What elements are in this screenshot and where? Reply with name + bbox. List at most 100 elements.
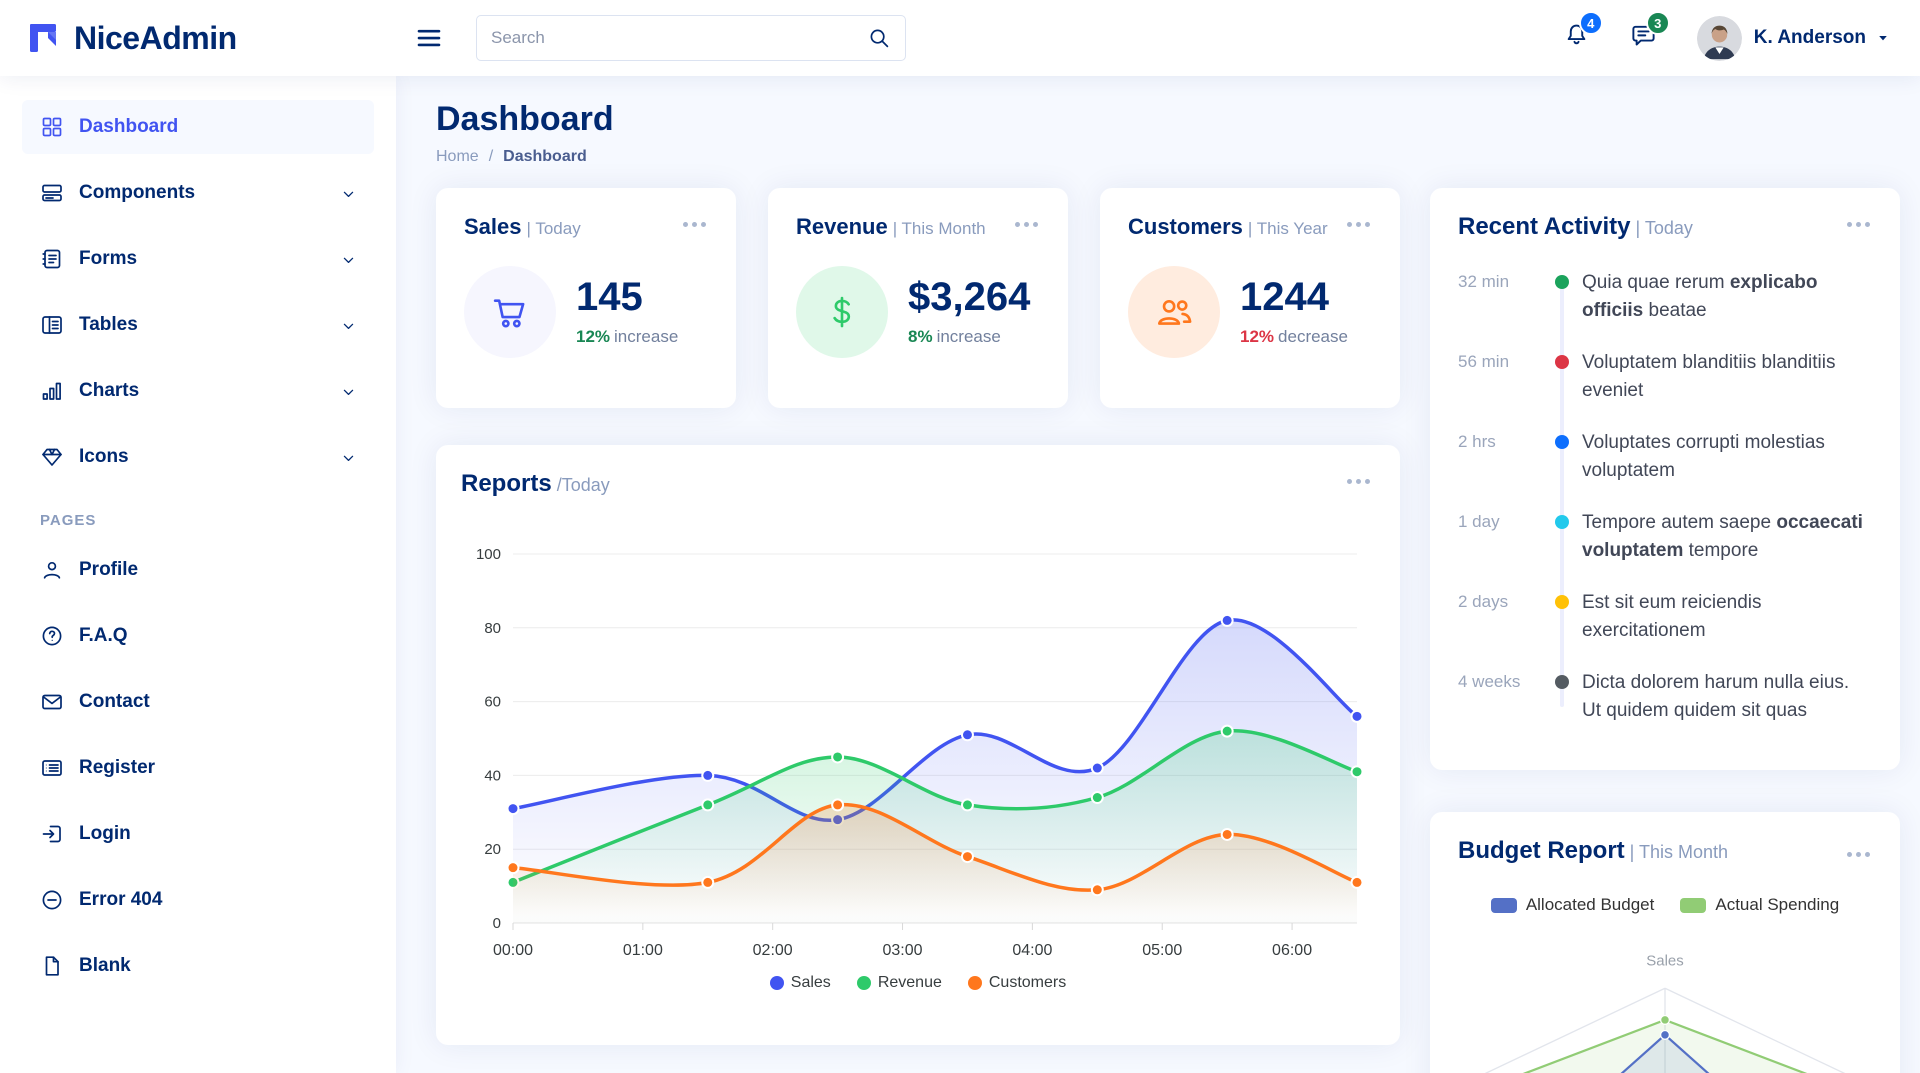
reports-chart[interactable]: 02040608010000:0001:0002:0003:0004:0005:… bbox=[461, 540, 1375, 990]
revenue-card: Revenue| This Month $3,264 8%increase bbox=[768, 188, 1068, 408]
activity-time: 1 day bbox=[1458, 509, 1542, 564]
chevron-down-icon bbox=[341, 384, 356, 399]
svg-text:05:00: 05:00 bbox=[1142, 942, 1182, 959]
breadcrumb: Home / Dashboard bbox=[436, 148, 1900, 166]
sidebar-item-label: Error 404 bbox=[79, 889, 162, 911]
recent-activity-title: Recent Activity| Today bbox=[1458, 213, 1872, 241]
budget-report-subtitle: | This Month bbox=[1630, 842, 1728, 862]
cart-icon bbox=[464, 266, 556, 358]
reports-card: Reports/Today 02040608010000:0001:0002:0… bbox=[436, 445, 1400, 1045]
table-icon bbox=[40, 313, 64, 337]
components-icon bbox=[40, 181, 64, 205]
activity-time: 32 min bbox=[1458, 269, 1542, 324]
sidebar-item-f-a-q[interactable]: F.A.Q bbox=[22, 609, 374, 663]
people-icon bbox=[1128, 266, 1220, 358]
activity-text: Tempore autem saepe occaecati voluptatem… bbox=[1582, 509, 1872, 564]
recent-activity-card: Recent Activity| Today 32 min Quia quae … bbox=[1430, 188, 1900, 770]
sidebar-nav: Dashboard Components Forms Tables Charts bbox=[22, 100, 374, 993]
activity-item: 2 hrs Voluptates corrupti molestias volu… bbox=[1458, 429, 1872, 484]
sidebar-item-dashboard[interactable]: Dashboard bbox=[22, 100, 374, 154]
header-nav: 4 3 K. Anderson bbox=[1563, 16, 1890, 61]
card-options-icon[interactable] bbox=[1343, 475, 1374, 488]
sidebar-item-error-404[interactable]: Error 404 bbox=[22, 873, 374, 927]
notifications-button[interactable]: 4 bbox=[1563, 22, 1590, 54]
svg-text:03:00: 03:00 bbox=[883, 942, 923, 959]
legend-item-actual-spending[interactable]: Actual Spending bbox=[1680, 895, 1839, 915]
budget-radar-chart[interactable]: Sales bbox=[1458, 937, 1872, 1073]
activity-text: Est sit eum reiciendis exercitationem bbox=[1582, 589, 1872, 644]
journal-icon bbox=[40, 247, 64, 271]
info-card-trend: 8%increase bbox=[908, 327, 1030, 347]
info-card-trend: 12%decrease bbox=[1240, 327, 1348, 347]
sidebar-item-blank[interactable]: Blank bbox=[22, 939, 374, 993]
sales-card: Sales| Today 145 12%increase bbox=[436, 188, 736, 408]
search-icon[interactable] bbox=[867, 26, 891, 50]
sidebar-item-components[interactable]: Components bbox=[22, 166, 374, 220]
info-card-title: Revenue| This Month bbox=[796, 214, 1040, 240]
sidebar-item-forms[interactable]: Forms bbox=[22, 232, 374, 286]
brand-name: NiceAdmin bbox=[74, 20, 237, 57]
breadcrumb-current: Dashboard bbox=[503, 148, 587, 166]
sidebar-item-label: Blank bbox=[79, 955, 131, 977]
chevron-down-icon bbox=[341, 318, 356, 333]
chevron-down-icon bbox=[341, 450, 356, 465]
sidebar-item-label: Icons bbox=[79, 446, 129, 468]
svg-text:80: 80 bbox=[484, 620, 501, 637]
sidebar: Dashboard Components Forms Tables Charts bbox=[0, 76, 396, 1073]
question-icon bbox=[40, 624, 64, 648]
activity-time: 56 min bbox=[1458, 349, 1542, 404]
card-list-icon bbox=[40, 756, 64, 780]
info-card-title: Sales| Today bbox=[464, 214, 708, 240]
sidebar-item-label: Dashboard bbox=[79, 116, 178, 138]
info-card-value: $3,264 bbox=[908, 277, 1030, 317]
svg-text:02:00: 02:00 bbox=[753, 942, 793, 959]
info-card-trend: 12%increase bbox=[576, 327, 678, 347]
info-card-title: Customers| This Year bbox=[1128, 214, 1372, 240]
legend-item-revenue[interactable]: Revenue bbox=[857, 974, 942, 992]
search-input[interactable] bbox=[491, 28, 867, 48]
budget-report-card: Budget Report| This Month Allocated Budg… bbox=[1430, 812, 1900, 1073]
page-title: Dashboard bbox=[436, 100, 1900, 139]
file-icon bbox=[40, 954, 64, 978]
legend-item-allocated-budget[interactable]: Allocated Budget bbox=[1491, 895, 1655, 915]
info-cards-row: Sales| Today 145 12%increase Revenue| Th… bbox=[436, 188, 1400, 408]
legend-item-customers[interactable]: Customers bbox=[968, 974, 1066, 992]
card-options-icon[interactable] bbox=[1843, 848, 1874, 861]
card-options-icon[interactable] bbox=[1343, 218, 1374, 231]
grid-icon bbox=[40, 115, 64, 139]
envelope-icon bbox=[40, 690, 64, 714]
sidebar-item-profile[interactable]: Profile bbox=[22, 543, 374, 597]
breadcrumb-home[interactable]: Home bbox=[436, 148, 479, 166]
sidebar-item-charts[interactable]: Charts bbox=[22, 364, 374, 418]
activity-timeline: 32 min Quia quae rerum explicabo officii… bbox=[1458, 269, 1872, 725]
sidebar-item-icons[interactable]: Icons bbox=[22, 430, 374, 484]
profile-menu[interactable]: K. Anderson bbox=[1697, 16, 1890, 61]
dash-circle-icon bbox=[40, 888, 64, 912]
activity-dot-icon bbox=[1555, 675, 1569, 689]
activity-time: 2 hrs bbox=[1458, 429, 1542, 484]
login-icon bbox=[40, 822, 64, 846]
sidebar-item-tables[interactable]: Tables bbox=[22, 298, 374, 352]
sidebar-item-label: Profile bbox=[79, 559, 138, 581]
activity-dot-icon bbox=[1555, 435, 1569, 449]
niceadmin-logo-icon bbox=[28, 20, 64, 56]
brand-logo[interactable]: NiceAdmin bbox=[28, 20, 386, 57]
breadcrumb-separator: / bbox=[489, 148, 493, 166]
activity-item: 56 min Voluptatem blanditiis blanditiis … bbox=[1458, 349, 1872, 404]
sidebar-item-label: Tables bbox=[79, 314, 138, 336]
messages-button[interactable]: 3 bbox=[1630, 22, 1657, 54]
card-options-icon[interactable] bbox=[1011, 218, 1042, 231]
card-options-icon[interactable] bbox=[1843, 218, 1874, 231]
person-icon bbox=[40, 558, 64, 582]
sidebar-item-contact[interactable]: Contact bbox=[22, 675, 374, 729]
chat-icon bbox=[1630, 36, 1657, 53]
svg-text:100: 100 bbox=[476, 546, 501, 563]
sidebar-item-label: Contact bbox=[79, 691, 150, 713]
svg-text:40: 40 bbox=[484, 767, 501, 784]
legend-item-sales[interactable]: Sales bbox=[770, 974, 831, 992]
hamburger-icon[interactable] bbox=[414, 23, 444, 53]
card-options-icon[interactable] bbox=[679, 218, 710, 231]
activity-text: Voluptates corrupti molestias voluptatem bbox=[1582, 429, 1872, 484]
sidebar-item-register[interactable]: Register bbox=[22, 741, 374, 795]
sidebar-item-login[interactable]: Login bbox=[22, 807, 374, 861]
